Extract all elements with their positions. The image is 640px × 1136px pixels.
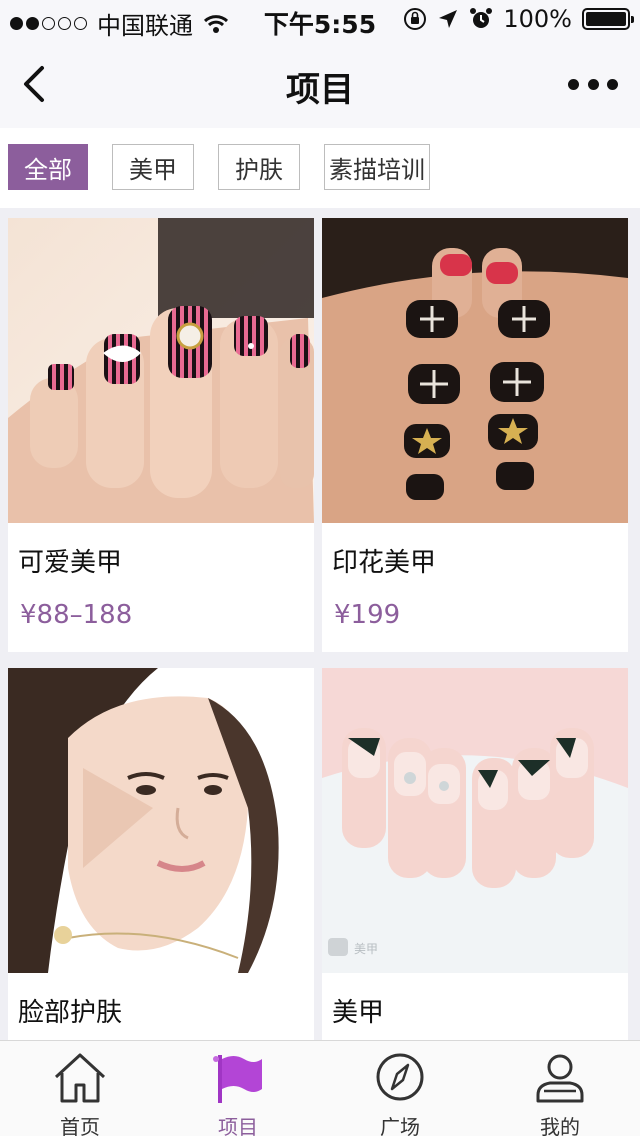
more-dot [607,78,618,90]
product-price: ¥88–188 [20,600,133,630]
compass-icon [376,1053,424,1101]
product-card[interactable]: 美甲 美甲 [322,668,628,1040]
pink-striped-nails-photo [8,218,314,523]
tab-me[interactable]: 我的 [480,1041,640,1136]
tab-plaza[interactable]: 广场 [320,1041,480,1136]
tab-projects[interactable]: 项目 [158,1041,318,1136]
flag-icon [213,1055,262,1103]
more-dot [568,78,579,90]
nav-bar: 项目 [0,40,640,128]
rotation-lock-icon [404,8,427,30]
home-icon [54,1053,106,1103]
product-name: 脸部护肤 [18,998,123,1028]
tab-home[interactable]: 首页 [0,1041,160,1136]
woman-face-skincare-photo [8,668,314,973]
product-image[interactable]: 美甲 [322,668,628,973]
more-dot [587,78,599,90]
tab-projects-label: 项目 [218,1115,258,1136]
user-icon [536,1054,584,1103]
bottom-tab-bar: 首页 项目 广场 我的 [0,1040,640,1136]
filter-tab-all[interactable]: 全部 [8,144,88,190]
tab-home-label: 首页 [60,1115,100,1136]
filter-tab-sketch-training[interactable]: 素描培训 [324,144,430,190]
location-arrow-icon [439,10,458,28]
filter-tab-nails[interactable]: 美甲 [112,144,194,190]
battery-icon [582,8,634,30]
pastel-french-nails-photo: 美甲 [322,668,628,973]
product-name: 美甲 [332,998,385,1028]
product-card[interactable]: 可爱美甲 ¥88–188 [8,218,314,652]
product-name: 印花美甲 [332,548,437,578]
category-filter-bar: 全部 美甲 护肤 素描培训 [0,128,640,208]
black-printed-nails-photo [322,218,628,523]
product-image[interactable] [322,218,628,523]
page-title: 项目 [286,70,354,110]
product-card[interactable]: 脸部护肤 [8,668,314,1040]
tab-me-label: 我的 [540,1115,580,1136]
tab-plaza-label: 广场 [380,1115,420,1136]
more-button[interactable] [568,70,618,98]
product-name: 可爱美甲 [18,548,123,578]
status-bar: 中国联通 下午5:55 100% [0,0,640,40]
product-card[interactable]: 印花美甲 ¥199 [322,218,628,652]
battery-percent: 100% [503,5,572,33]
filter-tab-skincare[interactable]: 护肤 [218,144,300,190]
product-image[interactable] [8,218,314,523]
alarm-icon [470,8,493,28]
product-price: ¥199 [334,600,401,630]
product-image[interactable] [8,668,314,973]
svg-text:美甲: 美甲 [354,942,378,956]
